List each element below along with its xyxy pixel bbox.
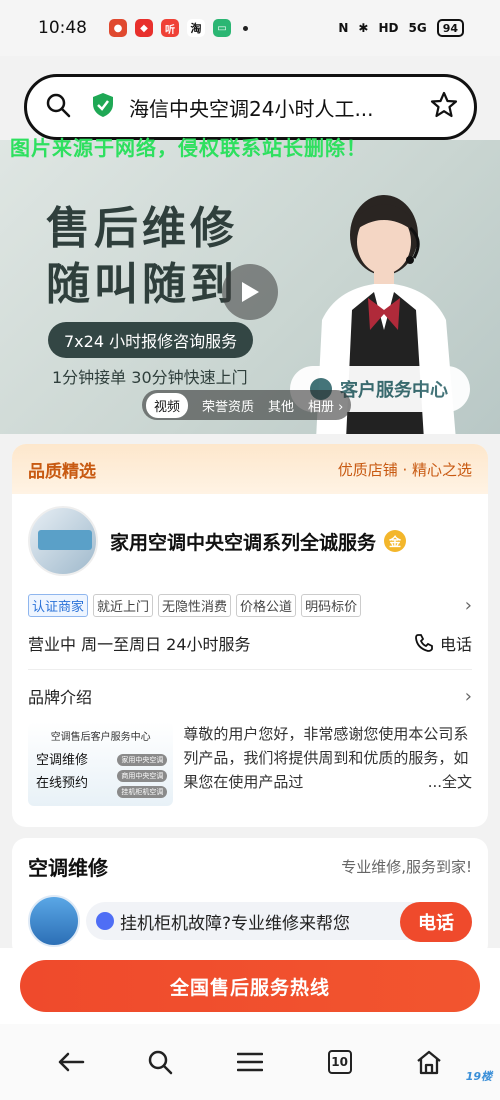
watermark-text: 图片来源于网络，侵权联系站长删除！: [10, 136, 367, 160]
media-tabs: 视频 荣誉资质 其他 相册 ›: [142, 390, 352, 420]
address-bar[interactable]: 海信中央空调24小时人工...: [24, 74, 477, 140]
status-bar: 10:48 ● ◆ 听 淘 ▭ N ✱ HD 5G 94: [0, 0, 500, 56]
repair-prompt-text: 挂机柜机故障?专业维修来帮您: [120, 913, 351, 934]
tab-other[interactable]: 其他: [268, 396, 294, 415]
tag: 无隐性消费: [158, 594, 232, 617]
status-time: 10:48: [38, 18, 87, 38]
phone-button[interactable]: 电话: [414, 631, 472, 655]
home-icon[interactable]: [409, 1042, 449, 1082]
repair-header: 空调维修 专业维修,服务到家!: [12, 838, 488, 881]
tabs-button[interactable]: 10: [320, 1042, 360, 1082]
repair-subtitle: 专业维修,服务到家!: [341, 858, 472, 876]
banner-headline: 随叫随到: [46, 259, 238, 310]
shop-name[interactable]: 家用空调中央空调系列全诚服务: [110, 528, 376, 555]
corner-logo: 19楼: [465, 1070, 492, 1083]
browser-nav-bar: 10: [0, 1024, 500, 1100]
hotline-button[interactable]: 全国售后服务热线: [20, 960, 480, 1012]
listen-app-icon: 听: [161, 19, 179, 37]
verified-shield-icon: [91, 92, 115, 122]
brand-description[interactable]: 尊敬的用户您好，非常感谢您使用本公司系列产品，我们将提供周到和优质的服务，如果您…: [183, 722, 472, 806]
tag: 明码标价: [301, 594, 362, 617]
more-notifications-dot: [243, 25, 248, 31]
tag: 价格公道: [236, 594, 297, 617]
battery-level: 94: [442, 21, 458, 35]
agent-avatar: [28, 895, 80, 947]
tab-video[interactable]: 视频: [146, 392, 189, 418]
tag: 认证商家: [28, 594, 89, 617]
play-video-button[interactable]: [222, 264, 278, 320]
back-arrow-icon[interactable]: [51, 1042, 91, 1082]
tab-album[interactable]: 相册 ›: [308, 396, 343, 415]
call-button[interactable]: 电话: [400, 902, 472, 942]
chevron-right-icon[interactable]: ›: [465, 595, 472, 616]
chevron-right-icon[interactable]: ›: [465, 686, 472, 707]
brand-intro-title[interactable]: 品牌介绍: [28, 684, 92, 708]
chat-app-icon: ▭: [213, 19, 231, 37]
chat-bubble-icon: [96, 912, 114, 930]
quality-title: 品质精选: [28, 461, 96, 482]
read-more-link[interactable]: ...全文: [428, 770, 472, 794]
shop-avatar[interactable]: [28, 506, 98, 576]
business-hours: 营业中 周一至周日 24小时服务: [28, 635, 251, 654]
repair-card: 空调维修 专业维修,服务到家! 挂机柜机故障?专业维修来帮您 电话: [12, 838, 488, 958]
thumb-title: 空调售后客户服务中心: [50, 732, 151, 743]
notification-icons: ● ◆ 听 淘 ▭: [109, 19, 248, 37]
thumb-chip: 商用中央空调: [117, 770, 168, 782]
signal-icon: 5G: [408, 21, 427, 35]
quality-header: 品质精选 优质店铺 · 精心之选: [12, 444, 488, 494]
tag: 就近上门: [93, 594, 154, 617]
app-notification-icon: ●: [109, 19, 127, 37]
bluetooth-icon: ✱: [358, 21, 369, 35]
shop-row[interactable]: 家用空调中央空调系列全诚服务 金: [12, 494, 488, 576]
banner-subline: 1分钟接单 30分钟快速上门: [52, 368, 248, 387]
tab-honors[interactable]: 荣誉资质: [202, 396, 254, 415]
phone-label[interactable]: 电话: [440, 631, 472, 655]
service-center-label: 客户服务中心: [340, 380, 448, 401]
thumb-chip: 挂机柜机空调: [117, 786, 168, 798]
gold-medal-icon: 金: [384, 530, 407, 552]
quality-subtitle: 优质店铺 · 精心之选: [337, 460, 472, 479]
nfc-icon: N: [338, 21, 349, 35]
business-hours-row: 营业中 周一至周日 24小时服务 电话: [12, 617, 488, 655]
battery-icon: 94: [436, 19, 464, 37]
app-notification-icon: ◆: [135, 19, 153, 37]
hd-icon: HD: [378, 21, 399, 35]
brand-thumbnail[interactable]: 空调售后客户服务中心 空调维修 在线预约 家用中央空调 商用中央空调 挂机柜机空…: [28, 722, 174, 806]
star-icon[interactable]: [430, 91, 458, 123]
menu-icon[interactable]: [230, 1042, 270, 1082]
shop-tags[interactable]: 认证商家 就近上门 无隐性消费 价格公道 明码标价 ›: [12, 576, 488, 617]
quality-shop-card: 品质精选 优质店铺 · 精心之选 家用空调中央空调系列全诚服务 金 认证商家 就…: [12, 444, 488, 827]
phone-icon: [415, 634, 433, 652]
repair-title: 空调维修: [28, 856, 108, 880]
brand-intro-row[interactable]: 品牌介绍 ›: [12, 670, 488, 708]
search-icon[interactable]: [140, 1042, 180, 1082]
page-title[interactable]: 海信中央空调24小时人工...: [129, 93, 420, 122]
tab-count[interactable]: 10: [327, 1050, 352, 1074]
search-icon[interactable]: [45, 92, 71, 122]
hero-banner[interactable]: 售后维修 随叫随到 7x24 小时报修咨询服务 1分钟接单 30分钟快速上门 客…: [0, 140, 500, 434]
banner-service-pill: 7x24 小时报修咨询服务: [48, 322, 254, 358]
bottom-cta-bar: 全国售后服务热线: [0, 948, 500, 1024]
banner-headline: 售后维修: [46, 203, 238, 254]
taobao-icon: 淘: [187, 19, 205, 37]
thumb-chip: 家用中央空调: [117, 754, 168, 766]
brand-intro-body[interactable]: 空调售后客户服务中心 空调维修 在线预约 家用中央空调 商用中央空调 挂机柜机空…: [12, 708, 488, 806]
brand-description-text: 尊敬的用户您好，非常感谢您使用本公司系列产品，我们将提供周到和优质的服务，如果您…: [183, 725, 469, 791]
